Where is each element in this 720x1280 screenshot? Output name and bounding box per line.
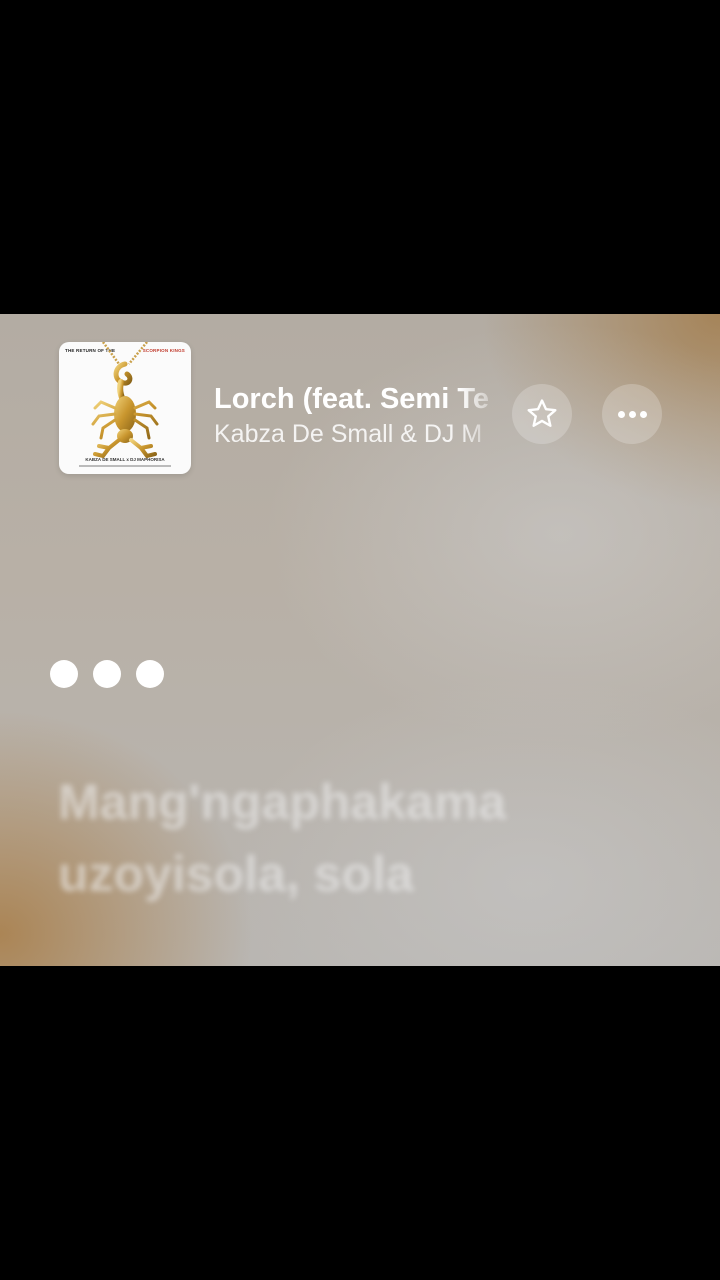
typing-dots-icon — [50, 660, 164, 688]
upcoming-lyrics[interactable]: Mang'ngaphakama uzoyisola, sola — [58, 766, 678, 910]
ellipsis-icon — [617, 410, 647, 418]
lyric-line: uzoyisola, sola — [58, 846, 414, 902]
typing-dot — [93, 660, 121, 688]
typing-dot — [136, 660, 164, 688]
album-artwork[interactable]: THE RETURN OF THE SCORPION KINGS KABZA D… — [59, 342, 191, 474]
favorite-button[interactable] — [512, 384, 572, 444]
song-title: Lorch (feat. Semi Te — [214, 383, 490, 415]
album-art-footer: KABZA DE SMALL x DJ MAPHORISA — [85, 457, 165, 462]
scorpion-pendant-icon — [91, 342, 159, 459]
typing-dot — [50, 660, 78, 688]
lyrics-view: THE RETURN OF THE SCORPION KINGS KABZA D… — [0, 314, 720, 966]
song-artist: Kabza De Small & DJ M — [214, 420, 483, 448]
album-art-rule — [79, 465, 171, 467]
lyric-line: Mang'ngaphakama — [58, 774, 507, 830]
now-playing-info[interactable]: Lorch (feat. Semi Te Kabza De Small & DJ… — [214, 380, 506, 450]
star-icon — [527, 399, 557, 427]
more-options-button[interactable] — [602, 384, 662, 444]
